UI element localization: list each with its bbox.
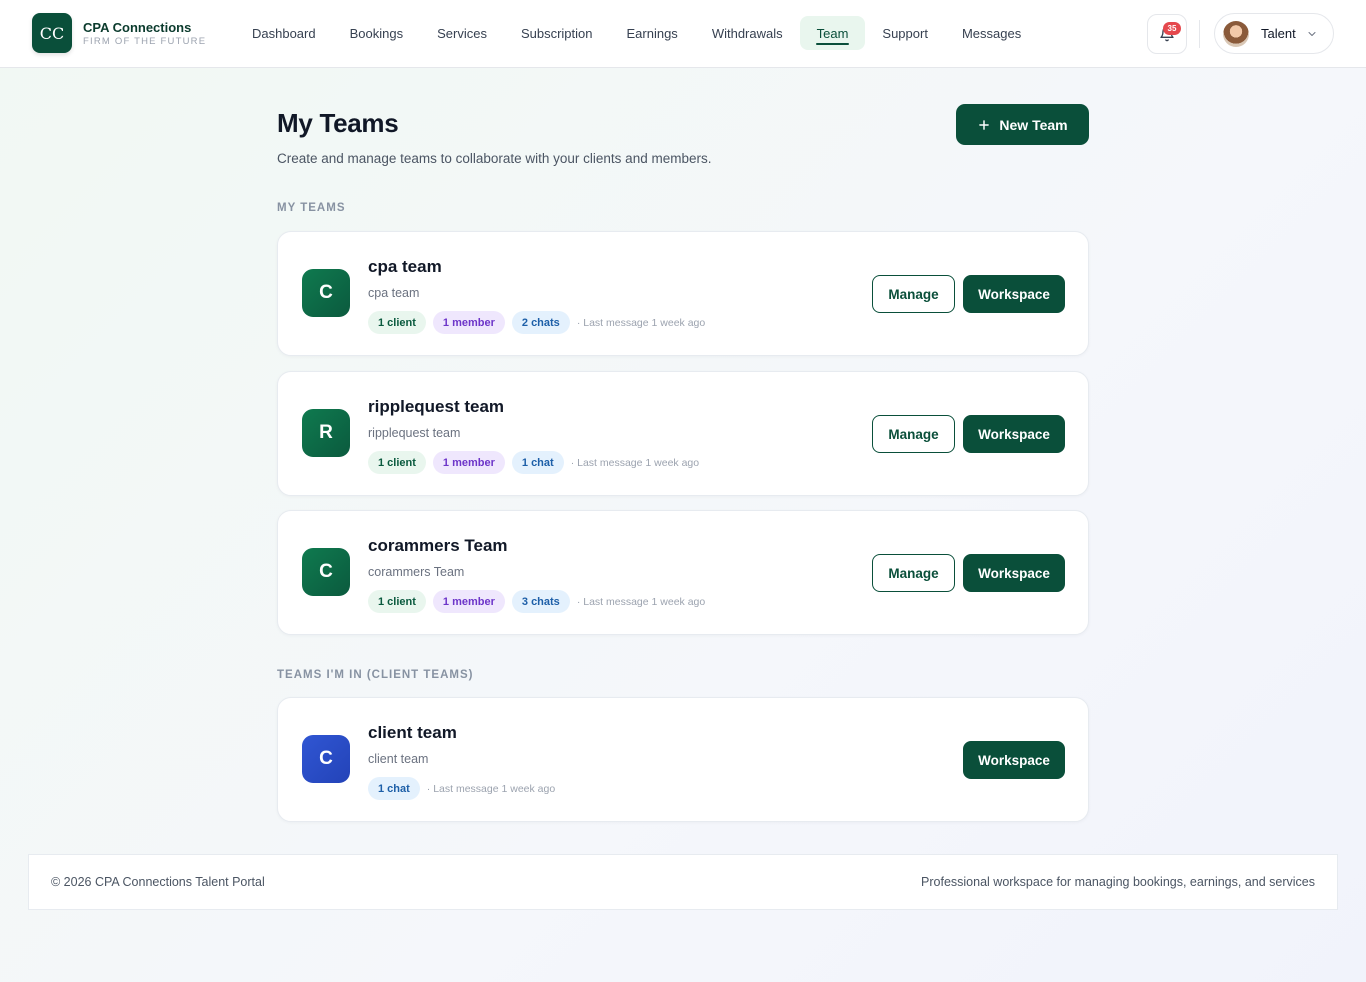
- team-avatar: R: [302, 409, 350, 457]
- plus-icon: [977, 118, 991, 132]
- team-card: R ripplequest team ripplequest team 1 cl…: [277, 371, 1089, 496]
- notification-count-badge: 35: [1163, 22, 1181, 35]
- avatar: [1223, 20, 1249, 47]
- header-divider: [1199, 20, 1200, 48]
- last-message-time: · Last message 1 week ago: [576, 316, 706, 329]
- nav-item-messages[interactable]: Messages: [945, 16, 1038, 50]
- nav-item-dashboard[interactable]: Dashboard: [235, 16, 333, 50]
- chat-count-tag: 2 chats: [511, 311, 570, 334]
- chat-count-tag: 3 chats: [511, 590, 570, 613]
- team-description: ripplequest team: [368, 426, 461, 440]
- team-stats: 1 client 1 member 3 chats · Last message…: [368, 590, 705, 613]
- team-avatar: C: [302, 735, 350, 783]
- nav-item-bookings[interactable]: Bookings: [333, 16, 420, 50]
- team-stats: 1 client 1 member 1 chat · Last message …: [368, 451, 699, 474]
- brand-name: CPA Connections: [83, 20, 192, 35]
- page-footer: © 2026 CPA Connections Talent Portal Pro…: [28, 854, 1338, 910]
- team-avatar: C: [302, 269, 350, 317]
- brand-logo[interactable]: CC: [32, 13, 72, 53]
- new-team-label: New Team: [999, 116, 1068, 133]
- nav-item-team[interactable]: Team: [799, 16, 866, 50]
- client-team-card: C client team client team 1 chat · Last …: [277, 697, 1089, 822]
- team-card: C corammers Team corammers Team 1 client…: [277, 510, 1089, 635]
- team-card: C cpa team cpa team 1 client 1 member 2 …: [277, 231, 1089, 356]
- team-stats: 1 client 1 member 2 chats · Last message…: [368, 311, 705, 334]
- client-count-tag: 1 client: [368, 451, 426, 474]
- user-name: Talent: [1261, 26, 1296, 41]
- last-message-time: · Last message 1 week ago: [576, 595, 706, 608]
- team-avatar: C: [302, 548, 350, 596]
- notifications-button[interactable]: 35: [1147, 14, 1187, 54]
- user-menu-button[interactable]: Talent: [1214, 13, 1334, 54]
- chevron-down-icon: [1306, 28, 1318, 40]
- new-team-button[interactable]: New Team: [956, 104, 1089, 145]
- team-name: corammers Team: [368, 536, 508, 555]
- manage-button[interactable]: Manage: [872, 554, 955, 592]
- nav-item-support[interactable]: Support: [865, 16, 945, 50]
- team-name: client team: [368, 723, 457, 742]
- team-description: corammers Team: [368, 565, 465, 579]
- footer-copyright: © 2026 CPA Connections Talent Portal: [51, 875, 265, 889]
- nav-item-withdrawals[interactable]: Withdrawals: [695, 16, 800, 50]
- team-name: cpa team: [368, 257, 442, 276]
- member-count-tag: 1 member: [432, 590, 505, 613]
- workspace-button[interactable]: Workspace: [963, 554, 1065, 592]
- section-label-my-teams: MY TEAMS: [277, 202, 346, 214]
- top-header: CC CPA Connections FIRM OF THE FUTURE Da…: [0, 0, 1366, 68]
- nav-item-earnings[interactable]: Earnings: [610, 16, 695, 50]
- footer-tagline: Professional workspace for managing book…: [921, 875, 1315, 889]
- brand-tagline: FIRM OF THE FUTURE: [83, 36, 207, 47]
- page-subtitle: Create and manage teams to collaborate w…: [277, 151, 712, 166]
- workspace-button[interactable]: Workspace: [963, 741, 1065, 779]
- workspace-button[interactable]: Workspace: [963, 415, 1065, 453]
- chat-count-tag: 1 chat: [368, 777, 420, 800]
- workspace-button[interactable]: Workspace: [963, 275, 1065, 313]
- team-description: cpa team: [368, 286, 420, 300]
- manage-button[interactable]: Manage: [872, 275, 955, 313]
- member-count-tag: 1 member: [432, 451, 505, 474]
- manage-button[interactable]: Manage: [872, 415, 955, 453]
- client-count-tag: 1 client: [368, 590, 426, 613]
- last-message-time: · Last message 1 week ago: [570, 456, 700, 469]
- last-message-time: · Last message 1 week ago: [426, 782, 556, 795]
- section-label-client-teams: TEAMS I'M IN (CLIENT TEAMS): [277, 669, 474, 681]
- chat-count-tag: 1 chat: [511, 451, 564, 474]
- nav-item-services[interactable]: Services: [420, 16, 504, 50]
- team-description: client team: [368, 752, 429, 766]
- page-title: My Teams: [277, 108, 399, 138]
- member-count-tag: 1 member: [432, 311, 505, 334]
- client-count-tag: 1 client: [368, 311, 426, 334]
- main-nav: Dashboard Bookings Services Subscription…: [235, 16, 1038, 50]
- nav-item-subscription[interactable]: Subscription: [504, 16, 610, 50]
- team-stats: 1 chat · Last message 1 week ago: [368, 777, 555, 800]
- team-name: ripplequest team: [368, 397, 505, 416]
